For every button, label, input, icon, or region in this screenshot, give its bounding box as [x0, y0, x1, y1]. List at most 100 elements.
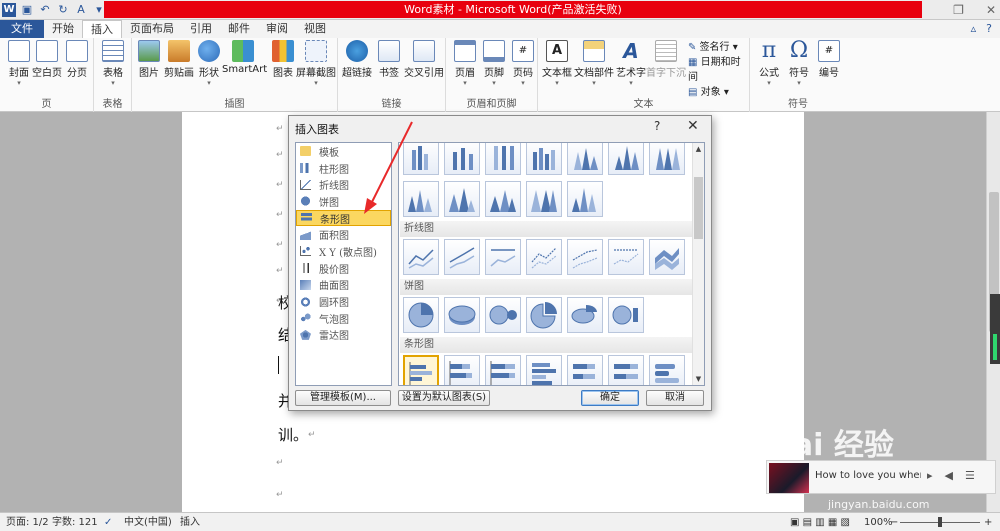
category-stock[interactable]: 股价图: [296, 260, 391, 277]
blank-page-button[interactable]: 空白页: [30, 40, 64, 79]
chart-thumb-percent-cone[interactable]: [649, 143, 685, 175]
table-button[interactable]: 表格 ▾: [96, 40, 130, 87]
video-popup[interactable]: How to love you when th ▸ ◀ ☰: [766, 460, 996, 494]
play-icon[interactable]: ▸: [927, 469, 933, 482]
category-scatter[interactable]: X Y (散点图): [296, 243, 391, 260]
category-doughnut[interactable]: 圆环图: [296, 293, 391, 310]
chart-thumb-percent-line-markers[interactable]: [608, 239, 644, 275]
clipart-button[interactable]: 剪贴画: [162, 40, 196, 79]
chart-thumb-clustered-cone[interactable]: [567, 143, 603, 175]
cancel-button[interactable]: 取消: [646, 390, 704, 406]
chart-thumb-percent-bar[interactable]: [485, 355, 521, 385]
close-icon[interactable]: ✕: [687, 118, 699, 134]
chart-thumb-exploded-pie[interactable]: [526, 297, 562, 333]
chart-thumb-3d-pie[interactable]: [444, 297, 480, 333]
help-icon[interactable]: ?: [986, 22, 992, 35]
zoom-in-icon[interactable]: +: [984, 513, 992, 531]
chart-button[interactable]: 图表: [266, 40, 300, 79]
chart-thumb-3d-exploded-pie[interactable]: [567, 297, 603, 333]
help-icon[interactable]: ?: [654, 119, 660, 133]
zoom-slider-knob[interactable]: [938, 517, 942, 527]
set-default-chart-button[interactable]: 设置为默认图表(S): [398, 390, 490, 406]
collapse-ribbon-icon[interactable]: ▵: [971, 22, 977, 35]
category-radar[interactable]: 雷达图: [296, 327, 391, 344]
page-break-button[interactable]: 分页: [60, 40, 94, 79]
quick-parts-button[interactable]: 文档部件 ▾: [574, 40, 614, 87]
chart-thumb-line[interactable]: [403, 239, 439, 275]
chart-thumb-3d-cylinder[interactable]: [526, 143, 562, 175]
drop-cap-button[interactable]: 首字下沉: [646, 40, 686, 79]
format-icon[interactable]: A: [74, 3, 88, 17]
tab-mailings[interactable]: 邮件: [220, 20, 258, 38]
chart-thumb-clustered-pyramid[interactable]: [444, 181, 480, 217]
chart-thumb-horizontal-cylinder[interactable]: [649, 355, 685, 385]
chart-thumb-line-markers[interactable]: [526, 239, 562, 275]
volume-icon[interactable]: ◀: [945, 469, 953, 482]
scroll-up-icon[interactable]: ▲: [693, 145, 704, 153]
shapes-button[interactable]: 形状 ▾: [192, 40, 226, 87]
status-words[interactable]: 字数: 121: [52, 513, 98, 531]
gallery-scrollbar[interactable]: ▲ ▼: [692, 143, 704, 385]
hyperlink-button[interactable]: 超链接: [340, 40, 374, 79]
status-mode[interactable]: 插入: [180, 513, 200, 531]
clipart-icon: [168, 40, 190, 62]
save-icon[interactable]: ▣: [20, 3, 34, 17]
bookmark-button[interactable]: 书签: [372, 40, 406, 79]
textbox-button[interactable]: A 文本框 ▾: [540, 40, 574, 87]
tab-review[interactable]: 审阅: [258, 20, 296, 38]
page-number-button[interactable]: # 页码 ▾: [506, 40, 540, 87]
chart-thumb-percent-line[interactable]: [485, 239, 521, 275]
tab-view[interactable]: 视图: [296, 20, 334, 38]
chart-thumb-percent-cylinder[interactable]: [485, 143, 521, 175]
gallery-scroll-thumb[interactable]: [694, 177, 703, 239]
equation-button[interactable]: π 公式 ▾: [752, 40, 786, 88]
view-buttons[interactable]: ▣ ▤ ▥ ▦ ▧: [790, 513, 850, 531]
proofing-icon[interactable]: ✓: [104, 513, 112, 531]
signature-line-button[interactable]: ✎ 签名行 ▾: [688, 40, 749, 55]
zoom-out-icon[interactable]: −: [890, 513, 898, 531]
tab-insert[interactable]: 插入: [82, 20, 122, 38]
chart-thumb-stacked-cylinder[interactable]: [444, 143, 480, 175]
number-button[interactable]: # 编号: [812, 40, 846, 79]
chart-thumb-stacked-line[interactable]: [444, 239, 480, 275]
chart-thumb-stacked-bar[interactable]: [444, 355, 480, 385]
chart-thumb-3d-stacked-bar[interactable]: [567, 355, 603, 385]
manage-templates-button[interactable]: 管理模板(M)...: [295, 390, 391, 406]
chart-thumb-bar-of-pie[interactable]: [608, 297, 644, 333]
chart-thumb-clustered-bar[interactable]: [403, 355, 439, 385]
restore-icon[interactable]: ❐: [953, 3, 964, 17]
chart-thumb-percent-pyramid[interactable]: [526, 181, 562, 217]
chart-thumb-stacked-cone[interactable]: [608, 143, 644, 175]
category-bubble[interactable]: 气泡图: [296, 310, 391, 327]
chart-thumb-pie-of-pie[interactable]: [485, 297, 521, 333]
cross-reference-button[interactable]: 交叉引用: [404, 40, 444, 79]
tab-home[interactable]: 开始: [44, 20, 82, 38]
status-language[interactable]: 中文(中国): [124, 513, 172, 531]
smartart-button[interactable]: SmartArt: [222, 40, 267, 75]
category-surface[interactable]: 曲面图: [296, 277, 391, 294]
redo-icon[interactable]: ↻: [56, 3, 70, 17]
wordart-button[interactable]: A 艺术字 ▾: [614, 40, 648, 87]
status-page[interactable]: 页面: 1/2: [6, 513, 49, 531]
chart-thumb-3d-line[interactable]: [649, 239, 685, 275]
picture-button[interactable]: 图片: [132, 40, 166, 79]
chart-thumb-3d-clustered-bar[interactable]: [526, 355, 562, 385]
menu-icon[interactable]: ☰: [965, 469, 975, 482]
ok-button[interactable]: 确定: [581, 390, 639, 406]
symbol-button[interactable]: Ω 符号 ▾: [782, 40, 816, 88]
zoom-level[interactable]: 100%: [864, 513, 893, 531]
screenshot-button[interactable]: 屏幕截图 ▾: [296, 40, 336, 87]
close-window-icon[interactable]: ✕: [986, 3, 996, 17]
undo-icon[interactable]: ↶: [38, 3, 52, 17]
chart-thumb-pie[interactable]: [403, 297, 439, 333]
tab-page-layout[interactable]: 页面布局: [122, 20, 182, 38]
chart-thumb-3d-pyramid[interactable]: [567, 181, 603, 217]
tab-file[interactable]: 文件: [0, 20, 44, 38]
chart-thumb-stacked-pyramid[interactable]: [485, 181, 521, 217]
date-time-button[interactable]: ▦ 日期和时间: [688, 55, 749, 85]
chart-thumb-stacked-line-markers[interactable]: [567, 239, 603, 275]
tab-references[interactable]: 引用: [182, 20, 220, 38]
category-area[interactable]: 面积图: [296, 226, 391, 243]
chart-thumb-3d-percent-bar[interactable]: [608, 355, 644, 385]
scroll-down-icon[interactable]: ▼: [693, 375, 704, 383]
